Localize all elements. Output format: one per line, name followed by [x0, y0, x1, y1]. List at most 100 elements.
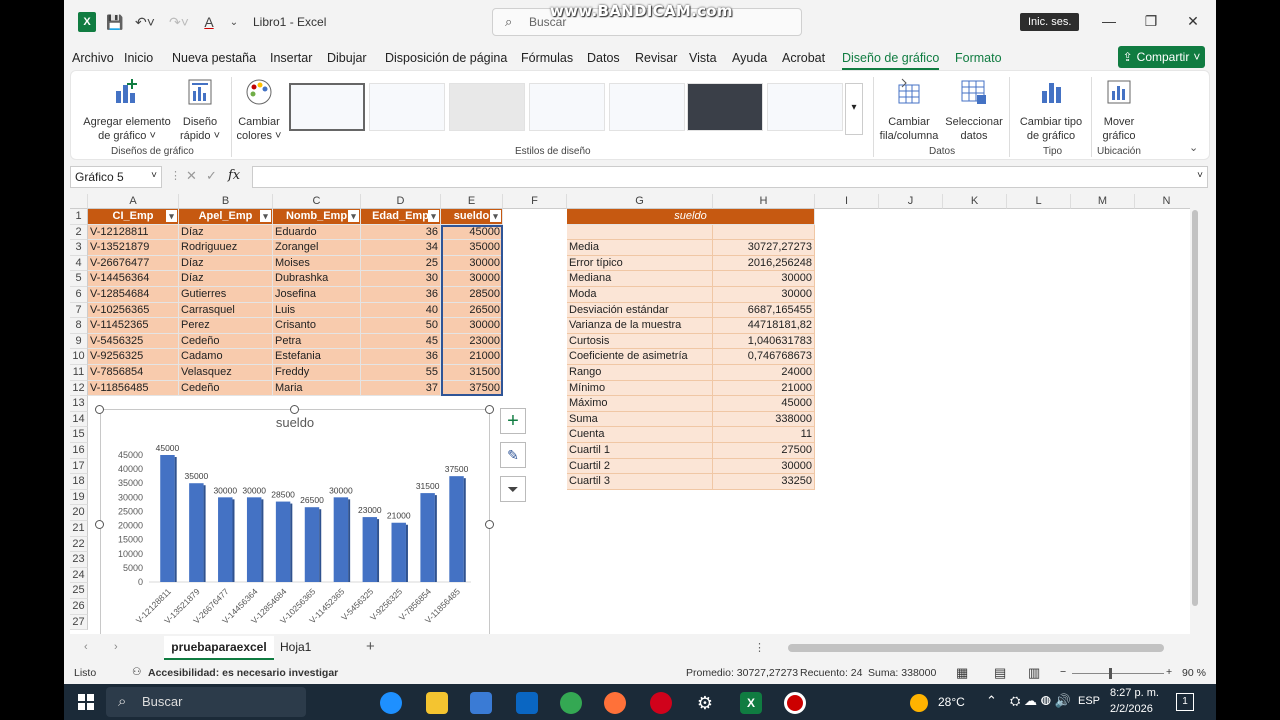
- table-cell[interactable]: V-9256325: [88, 349, 179, 365]
- row-header[interactable]: 21: [70, 521, 88, 537]
- stats-label-cell[interactable]: Cuartil 1: [567, 443, 713, 459]
- enter-icon[interactable]: ✓: [206, 168, 217, 184]
- save-icon[interactable]: 💾: [106, 12, 124, 32]
- row-header[interactable]: 22: [70, 536, 88, 553]
- resize-handle[interactable]: [485, 520, 494, 529]
- table-cell[interactable]: 23000: [441, 333, 503, 350]
- table-cell[interactable]: 36: [361, 349, 441, 365]
- table-cell[interactable]: Perez: [179, 318, 273, 334]
- row-header[interactable]: 20: [70, 505, 88, 521]
- row-header[interactable]: 18: [70, 474, 88, 490]
- opera-icon[interactable]: [650, 692, 672, 714]
- spreadsheet-grid[interactable]: ABCDEFGHIJKLMN 1 2 3 4 5 6 7 8 9 10 11 12 13 14 15 16 17…: [70, 194, 1200, 634]
- chart-object[interactable]: sueldo 45000 40000 35000 30000 25000 20000 1500…: [100, 409, 490, 634]
- table-cell[interactable]: Díaz: [179, 271, 273, 287]
- share-button[interactable]: ⇪ Compartir ˅: [1118, 46, 1205, 68]
- page-layout-icon[interactable]: ▤: [994, 665, 1006, 681]
- table-cell[interactable]: 31500: [441, 365, 503, 381]
- table-cell[interactable]: Dubrashka: [273, 271, 361, 287]
- table-cell[interactable]: 36: [361, 224, 441, 241]
- stats-value-cell[interactable]: 30000: [713, 271, 815, 287]
- table-cell[interactable]: Freddy: [273, 365, 361, 381]
- font-color-icon[interactable]: A: [200, 12, 218, 32]
- zoom-thumb[interactable]: [1109, 668, 1112, 679]
- sheet-tab-hoja1[interactable]: Hoja1: [280, 640, 311, 654]
- tray-chevron-icon[interactable]: ⌃: [986, 693, 997, 709]
- customize-qat-icon[interactable]: ⌄: [228, 12, 240, 32]
- chart-style-6[interactable]: [687, 83, 763, 131]
- firefox-icon[interactable]: [604, 692, 626, 714]
- stats-value-cell[interactable]: 0,746768673: [713, 349, 815, 365]
- stats-label-cell[interactable]: Coeficiente de asimetría: [567, 349, 713, 365]
- table-cell[interactable]: Zorangel: [273, 240, 361, 256]
- table-cell[interactable]: Carrasquel: [179, 302, 273, 319]
- table-cell[interactable]: 36: [361, 287, 441, 303]
- column-header[interactable]: B: [179, 194, 273, 209]
- row-header[interactable]: 4: [70, 255, 88, 272]
- row-header[interactable]: 24: [70, 567, 88, 584]
- row-header[interactable]: 3: [70, 240, 88, 256]
- stats-value-cell[interactable]: 30000: [713, 458, 815, 475]
- table-header-cell[interactable]: Apel_Emp ▾: [179, 209, 273, 225]
- stats-value-cell[interactable]: 338000: [713, 411, 815, 428]
- select-all-corner[interactable]: [70, 194, 88, 209]
- stats-value-cell[interactable]: 30000: [713, 287, 815, 303]
- table-cell[interactable]: Josefina: [273, 287, 361, 303]
- change-chart-type-button[interactable]: Cambiar tipo de gráfico: [1013, 77, 1089, 143]
- stats-value-cell[interactable]: 1,040631783: [713, 333, 815, 350]
- formula-input[interactable]: ˅: [252, 166, 1208, 188]
- table-cell[interactable]: 34: [361, 240, 441, 256]
- table-cell[interactable]: 25: [361, 255, 441, 272]
- file-explorer-icon[interactable]: [426, 692, 448, 714]
- row-header[interactable]: 17: [70, 458, 88, 475]
- table-cell[interactable]: 28500: [441, 287, 503, 303]
- stats-label-cell[interactable]: Moda: [567, 287, 713, 303]
- table-header-cell[interactable]: Nomb_Emp ▾: [273, 209, 361, 225]
- row-header[interactable]: 9: [70, 333, 88, 350]
- table-cell[interactable]: Luis: [273, 302, 361, 319]
- row-header[interactable]: 2: [70, 224, 88, 241]
- column-header[interactable]: M: [1071, 194, 1135, 209]
- sheet-tab-pruebaparaexcel[interactable]: pruebaparaexcel: [164, 636, 274, 660]
- table-cell[interactable]: 45: [361, 333, 441, 350]
- stats-value-cell[interactable]: 11: [713, 427, 815, 443]
- table-cell[interactable]: V-13521879: [88, 240, 179, 256]
- menu-datos[interactable]: Datos: [587, 51, 620, 65]
- edge-icon[interactable]: [380, 692, 402, 714]
- table-cell[interactable]: 35000: [441, 240, 503, 256]
- column-header[interactable]: C: [273, 194, 361, 209]
- stats-label-cell[interactable]: Mediana: [567, 271, 713, 287]
- menu-diseno-grafico[interactable]: Diseño de gráfico: [842, 51, 940, 71]
- table-cell[interactable]: 45000: [441, 224, 503, 241]
- accessibility-status[interactable]: Accesibilidad: es necesario investigar: [148, 667, 338, 679]
- table-cell[interactable]: Rodriguuez: [179, 240, 273, 256]
- stats-label-cell[interactable]: Cuartil 2: [567, 458, 713, 475]
- chart-style-2[interactable]: [369, 83, 445, 131]
- stats-label-cell[interactable]: Mínimo: [567, 380, 713, 397]
- table-cell[interactable]: Petra: [273, 333, 361, 350]
- row-header[interactable]: 16: [70, 443, 88, 459]
- row-header[interactable]: 8: [70, 318, 88, 334]
- chart-filters-button[interactable]: ⏷: [500, 476, 526, 502]
- filter-dropdown-icon[interactable]: ▾: [166, 210, 177, 222]
- table-header-cell[interactable]: Edad_Emp ▾: [361, 209, 441, 225]
- column-header[interactable]: A: [88, 194, 179, 209]
- stats-value-cell[interactable]: 24000: [713, 365, 815, 381]
- stats-title-cell[interactable]: sueldo: [567, 209, 815, 225]
- insert-function-icon[interactable]: fx: [228, 168, 240, 183]
- table-cell[interactable]: Díaz: [179, 255, 273, 272]
- stats-value-cell[interactable]: 44718181,82: [713, 318, 815, 334]
- table-cell[interactable]: V-5456325: [88, 333, 179, 350]
- stats-label-cell[interactable]: Cuenta: [567, 427, 713, 443]
- column-header[interactable]: K: [943, 194, 1007, 209]
- row-header[interactable]: 19: [70, 489, 88, 506]
- stats-label-cell[interactable]: Curtosis: [567, 333, 713, 350]
- stats-value-cell[interactable]: 21000: [713, 380, 815, 397]
- table-cell[interactable]: 30000: [441, 318, 503, 334]
- undo-icon[interactable]: ↶˅: [132, 12, 158, 32]
- vertical-scrollbar[interactable]: [1190, 194, 1200, 634]
- stats-label-cell[interactable]: Rango: [567, 365, 713, 381]
- table-cell[interactable]: Cadamo: [179, 349, 273, 365]
- move-chart-button[interactable]: Mover gráfico: [1093, 77, 1145, 143]
- table-cell[interactable]: 50: [361, 318, 441, 334]
